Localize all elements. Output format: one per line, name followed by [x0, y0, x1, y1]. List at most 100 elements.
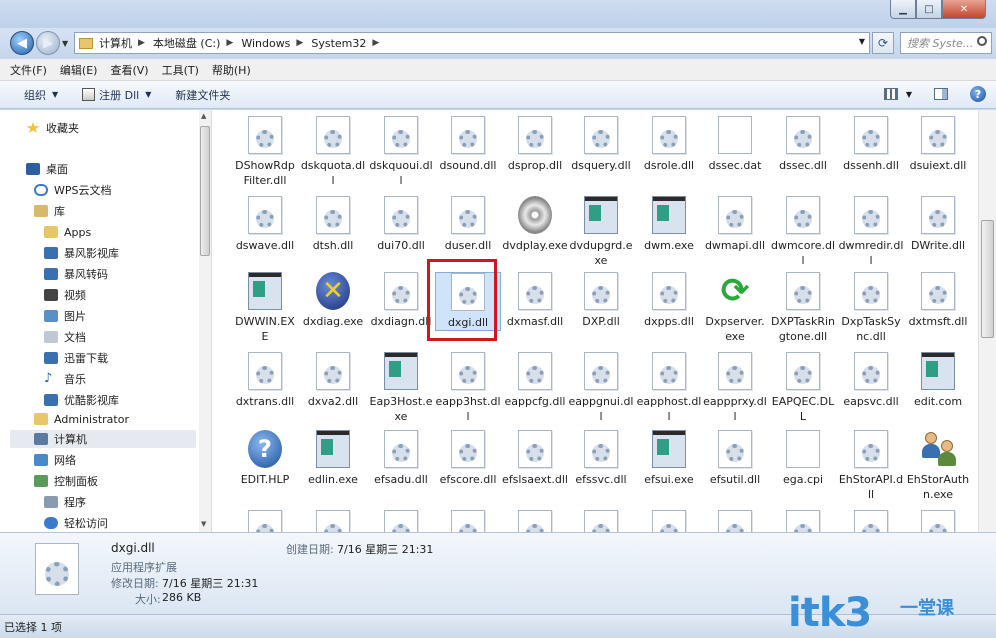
breadcrumb-windows[interactable]: Windows ▶	[241, 37, 311, 50]
file-item[interactable]: dxtrans.dll	[232, 352, 298, 409]
dll-file-icon[interactable]	[854, 510, 888, 532]
file-item[interactable]: eapphost.dll	[636, 352, 702, 424]
dll-file-icon[interactable]	[384, 510, 418, 532]
file-item[interactable]: dxdiagn.dll	[368, 272, 434, 329]
file-item[interactable]: dsuiext.dll	[905, 116, 971, 173]
file-item[interactable]: efslsaext.dll	[502, 430, 568, 487]
dll-file-icon[interactable]	[584, 510, 618, 532]
breadcrumb-local-disk[interactable]: 本地磁盘 (C:) ▶	[153, 35, 241, 51]
file-item[interactable]: ega.cpi	[770, 430, 836, 487]
sidebar-item-desktop[interactable]: 桌面	[26, 160, 68, 178]
close-button[interactable]: ✕	[942, 0, 986, 19]
file-item[interactable]: EhStorAuthn.exe	[905, 430, 971, 502]
file-item[interactable]: dskquoui.dll	[368, 116, 434, 188]
sidebar-item-xunlei[interactable]: 迅雷下载	[44, 349, 108, 367]
search-input[interactable]: 搜索 Syste...	[900, 32, 992, 54]
chevron-right-icon[interactable]: ▶	[372, 38, 379, 48]
file-item[interactable]: dsrole.dll	[636, 116, 702, 173]
file-item[interactable]: DWWIN.EXE	[232, 272, 298, 344]
file-item[interactable]: dskquota.dll	[300, 116, 366, 188]
file-item[interactable]: dssec.dll	[770, 116, 836, 173]
file-item[interactable]: dui70.dll	[368, 196, 434, 253]
file-item[interactable]: ⟳ Dxpserver.exe	[702, 272, 768, 344]
file-item[interactable]: DWrite.dll	[905, 196, 971, 253]
file-item[interactable]: dvdupgrd.exe	[568, 196, 634, 268]
forward-button[interactable]: ▶	[36, 31, 60, 55]
address-bar[interactable]: 计算机 ▶ 本地磁盘 (C:) ▶ Windows ▶ System32 ▶ ▼	[74, 32, 870, 54]
recent-pages-dropdown[interactable]: ▼	[62, 39, 68, 48]
file-item[interactable]: efsadu.dll	[368, 430, 434, 487]
dll-file-icon[interactable]	[316, 510, 350, 532]
sidebar-item-storm-video[interactable]: 暴风影视库	[44, 244, 119, 262]
file-item[interactable]: efsui.exe	[636, 430, 702, 487]
file-item[interactable]: DxpTaskSync.dll	[838, 272, 904, 344]
scroll-up-icon[interactable]: ▲	[201, 112, 206, 120]
sidebar-item-video[interactable]: 视频	[44, 286, 86, 304]
dll-file-icon[interactable]	[248, 510, 282, 532]
file-item[interactable]: dwmapi.dll	[702, 196, 768, 253]
file-item[interactable]: dsquery.dll	[568, 116, 634, 173]
refresh-button[interactable]: ⟳	[872, 32, 894, 54]
dll-file-icon[interactable]	[451, 510, 485, 532]
file-item[interactable]: eappprxy.dll	[702, 352, 768, 424]
file-item[interactable]: dxpps.dll	[636, 272, 702, 329]
sidebar-item-administrator[interactable]: Administrator	[34, 410, 129, 428]
file-item[interactable]: dxtmsft.dll	[905, 272, 971, 329]
file-item[interactable]: EAPQEC.DLL	[770, 352, 836, 424]
register-dll-button[interactable]: 注册 Dll ▼	[82, 87, 151, 103]
organize-button[interactable]: 组织 ▼	[24, 87, 58, 103]
sidebar-item-apps[interactable]: Apps	[44, 223, 91, 241]
sidebar-item-music[interactable]: ♪ 音乐	[44, 370, 86, 388]
sidebar-item-storm-convert[interactable]: 暴风转码	[44, 265, 108, 283]
sidebar-item-documents[interactable]: 文档	[44, 328, 86, 346]
dll-file-icon[interactable]	[921, 510, 955, 532]
file-item[interactable]: dswave.dll	[232, 196, 298, 253]
chevron-right-icon[interactable]: ▶	[226, 38, 233, 48]
menu-tools[interactable]: 工具(T)	[162, 62, 199, 78]
file-item[interactable]: eapsvc.dll	[838, 352, 904, 409]
breadcrumb-computer[interactable]: 计算机 ▶	[99, 35, 153, 51]
chevron-right-icon[interactable]: ▶	[296, 38, 303, 48]
new-folder-button[interactable]: 新建文件夹	[175, 87, 230, 103]
menu-file[interactable]: 文件(F)	[10, 62, 47, 78]
preview-pane-icon[interactable]	[934, 88, 948, 100]
file-item[interactable]: duser.dll	[435, 196, 501, 253]
file-item[interactable]: Eap3Host.exe	[368, 352, 434, 424]
file-item[interactable]: edit.com	[905, 352, 971, 409]
file-item[interactable]: DXPTaskRingtone.dll	[770, 272, 836, 344]
file-item[interactable]: DXP.dll	[568, 272, 634, 329]
sidebar-item-wps-cloud[interactable]: WPS云文档	[34, 181, 112, 199]
file-item[interactable]: dxmasf.dll	[502, 272, 568, 329]
sidebar-item-youku[interactable]: 优酷影视库	[44, 391, 119, 409]
view-dropdown-icon[interactable]: ▼	[906, 90, 912, 99]
sidebar-item-library[interactable]: 库	[34, 202, 65, 220]
file-item[interactable]: EhStorAPI.dll	[838, 430, 904, 502]
dll-file-icon[interactable]	[786, 510, 820, 532]
change-view-icon[interactable]	[883, 88, 898, 100]
sidebar-item-network[interactable]: 网络	[34, 451, 76, 469]
sidebar-item-pictures[interactable]: 图片	[44, 307, 86, 325]
sidebar-scroll-thumb[interactable]	[200, 126, 210, 256]
file-item[interactable]: efsutil.dll	[702, 430, 768, 487]
help-icon[interactable]: ?	[970, 86, 986, 102]
file-item[interactable]: dssenh.dll	[838, 116, 904, 173]
file-item[interactable]: dsound.dll	[435, 116, 501, 173]
file-item[interactable]: efscore.dll	[435, 430, 501, 487]
file-item[interactable]: eappgnui.dll	[568, 352, 634, 424]
scroll-down-icon[interactable]: ▼	[201, 520, 206, 528]
minimize-button[interactable]: ▁	[890, 0, 916, 19]
file-item[interactable]: dssec.dat	[702, 116, 768, 173]
file-item[interactable]: dvdplay.exe	[502, 196, 568, 253]
file-item[interactable]: efssvc.dll	[568, 430, 634, 487]
sidebar-item-ease-access[interactable]: 轻松访问	[44, 514, 108, 532]
file-item[interactable]: eappcfg.dll	[502, 352, 568, 409]
file-item[interactable]: dwmcore.dll	[770, 196, 836, 268]
dll-file-icon[interactable]	[518, 510, 552, 532]
content-scroll-thumb[interactable]	[981, 220, 994, 338]
file-item[interactable]: dtsh.dll	[300, 196, 366, 253]
file-item[interactable]: dxva2.dll	[300, 352, 366, 409]
file-item[interactable]: dwm.exe	[636, 196, 702, 253]
dll-file-icon[interactable]	[718, 510, 752, 532]
sidebar-item-programs[interactable]: 程序	[44, 493, 86, 511]
menu-view[interactable]: 查看(V)	[110, 62, 148, 78]
